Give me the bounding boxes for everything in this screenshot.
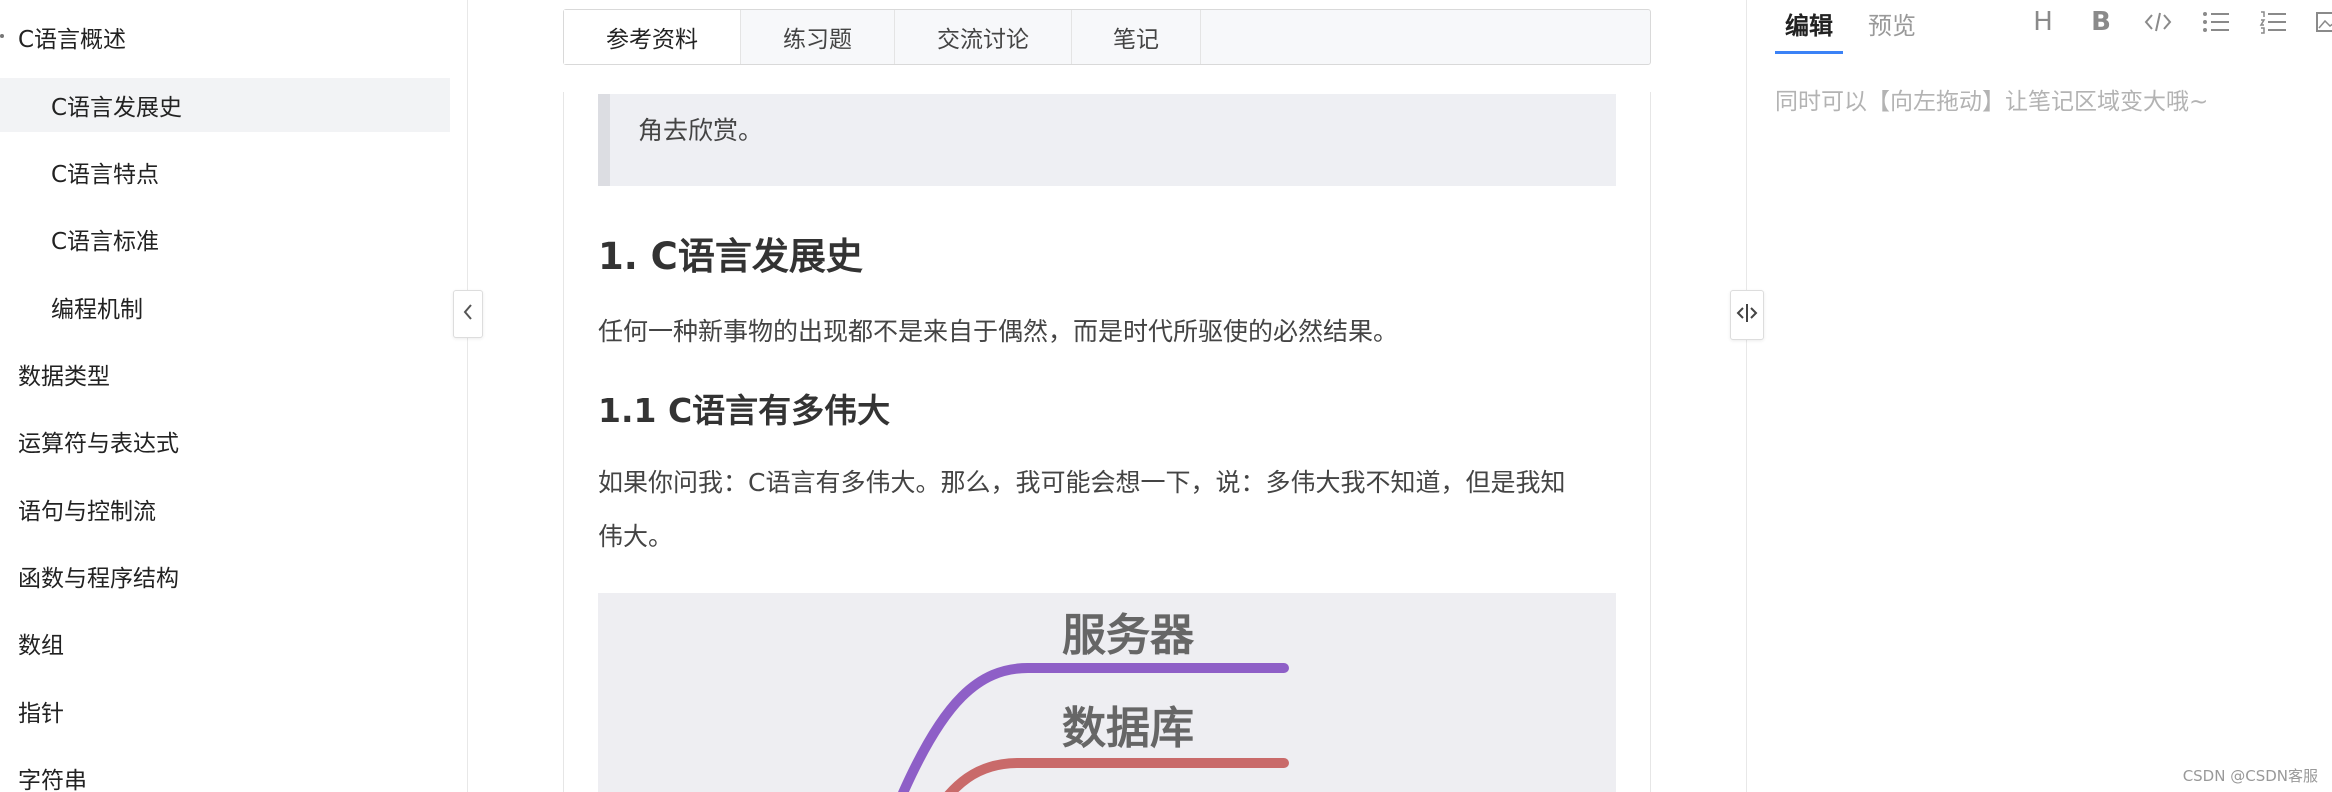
code-icon[interactable] bbox=[2144, 8, 2172, 36]
heading-glyph: H bbox=[2033, 7, 2053, 37]
notes-tab-edit[interactable]: 编辑 bbox=[1785, 6, 1833, 41]
collapse-sidebar-button[interactable] bbox=[453, 290, 483, 338]
bold-glyph: B bbox=[2091, 7, 2111, 37]
sidebar-item-label: 数组 bbox=[18, 633, 64, 659]
tab-bar: 参考资料 练习题 交流讨论 笔记 bbox=[563, 9, 1651, 65]
heading-icon[interactable]: H bbox=[2029, 7, 2057, 37]
chevron-left-icon bbox=[461, 301, 475, 327]
article-paragraph: 任何一种新事物的出现都不是来自于偶然，而是时代所驱使的必然结果。 bbox=[598, 317, 1399, 346]
sidebar-item-data-types[interactable]: 数据类型 bbox=[0, 347, 450, 401]
sidebar-item-label: 字符串 bbox=[18, 768, 87, 792]
sidebar-item-arrays[interactable]: 数组 bbox=[0, 616, 450, 670]
mindmap-label-1: 服务器 bbox=[1062, 610, 1195, 661]
sidebar-item-programming-mechanism[interactable]: 编程机制 bbox=[0, 280, 450, 334]
tab-exercises[interactable]: 练习题 bbox=[741, 10, 895, 64]
sidebar-item-c-overview[interactable]: C语言概述 bbox=[0, 10, 450, 64]
watermark: CSDN @CSDN客服 bbox=[2182, 767, 2318, 785]
mindmap-label-2: 数据库 bbox=[1062, 703, 1194, 754]
tab-label: 笔记 bbox=[1113, 27, 1159, 53]
tab-label: 参考资料 bbox=[606, 27, 698, 53]
quote-text: 角去欣赏。 bbox=[638, 116, 764, 145]
tab-discussion[interactable]: 交流讨论 bbox=[895, 10, 1072, 64]
sidebar-item-strings[interactable]: 字符串 bbox=[0, 751, 450, 792]
tab-label: 交流讨论 bbox=[937, 27, 1029, 53]
sidebar-item-label: 编程机制 bbox=[51, 297, 143, 323]
numbered-list-icon[interactable] bbox=[2259, 8, 2287, 36]
tab-reference[interactable]: 参考资料 bbox=[564, 10, 741, 64]
sidebar-item-functions[interactable]: 函数与程序结构 bbox=[0, 549, 450, 603]
tab-label: 练习题 bbox=[783, 27, 852, 53]
blockquote: 角去欣赏。 bbox=[598, 94, 1616, 186]
article-paragraph: 如果你问我：C语言有多伟大。那么，我可能会想一下，说：多伟大我不知道，但是我知 … bbox=[598, 456, 1616, 564]
sidebar-item-label: C语言发展史 bbox=[51, 95, 183, 121]
notes-tab-preview[interactable]: 预览 bbox=[1868, 6, 1916, 41]
sidebar-item-c-features[interactable]: C语言特点 bbox=[0, 145, 450, 199]
sidebar-item-label: 函数与程序结构 bbox=[18, 566, 179, 592]
paragraph-line: 如果你问我：C语言有多伟大。那么，我可能会想一下，说：多伟大我不知道，但是我知 bbox=[598, 468, 1566, 497]
sidebar-item-c-standard[interactable]: C语言标准 bbox=[0, 212, 450, 266]
image-icon[interactable] bbox=[2315, 8, 2332, 36]
mindmap-svg: 服务器 数据库 bbox=[898, 610, 1289, 792]
mindmap-branch-2-curve bbox=[944, 758, 1019, 792]
sidebar-item-control-flow[interactable]: 语句与控制流 bbox=[0, 482, 450, 536]
content-area: 参考资料 练习题 交流讨论 笔记 角去欣赏。 1. C语言发展史 任何一种新事物… bbox=[563, 0, 1651, 792]
sidebar-item-c-history[interactable]: C语言发展史 bbox=[0, 78, 450, 132]
article-heading-1: 1. C语言发展史 bbox=[598, 235, 863, 278]
sidebar-item-label: 语句与控制流 bbox=[18, 499, 156, 525]
note-editor-placeholder[interactable]: 同时可以【向左拖动】让笔记区域变大哦~ bbox=[1775, 82, 2208, 116]
sidebar-item-pointers[interactable]: 指针 bbox=[0, 684, 450, 738]
notes-panel: 编辑 预览 H B 同时可以【向左拖动】让笔记区域变大哦~ bbox=[1747, 0, 2332, 792]
sidebar-item-operators[interactable]: 运算符与表达式 bbox=[0, 414, 450, 468]
mindmap-branch-1-curve bbox=[898, 663, 1029, 792]
sidebar-item-label: C语言标准 bbox=[51, 229, 160, 255]
bold-icon[interactable]: B bbox=[2087, 7, 2115, 37]
article: 角去欣赏。 1. C语言发展史 任何一种新事物的出现都不是来自于偶然，而是时代所… bbox=[563, 92, 1651, 792]
active-tab-indicator bbox=[1775, 51, 1843, 54]
sidebar-item-label: 运算符与表达式 bbox=[18, 431, 179, 457]
article-heading-2: 1.1 C语言有多伟大 bbox=[598, 391, 891, 430]
mindmap-image: 服务器 数据库 bbox=[598, 593, 1616, 792]
tab-notes[interactable]: 笔记 bbox=[1072, 10, 1201, 64]
sidebar-item-label: 指针 bbox=[18, 701, 64, 727]
sidebar: C语言概述 C语言发展史 C语言特点 C语言标准 编程机制 数据类型 运算符与表… bbox=[0, 0, 468, 792]
bullet-list-icon[interactable] bbox=[2202, 8, 2230, 36]
sidebar-item-label: C语言概述 bbox=[18, 27, 127, 53]
sidebar-item-label: 数据类型 bbox=[18, 364, 110, 390]
sidebar-item-label: C语言特点 bbox=[51, 162, 160, 188]
paragraph-line: 伟大。 bbox=[598, 522, 674, 551]
